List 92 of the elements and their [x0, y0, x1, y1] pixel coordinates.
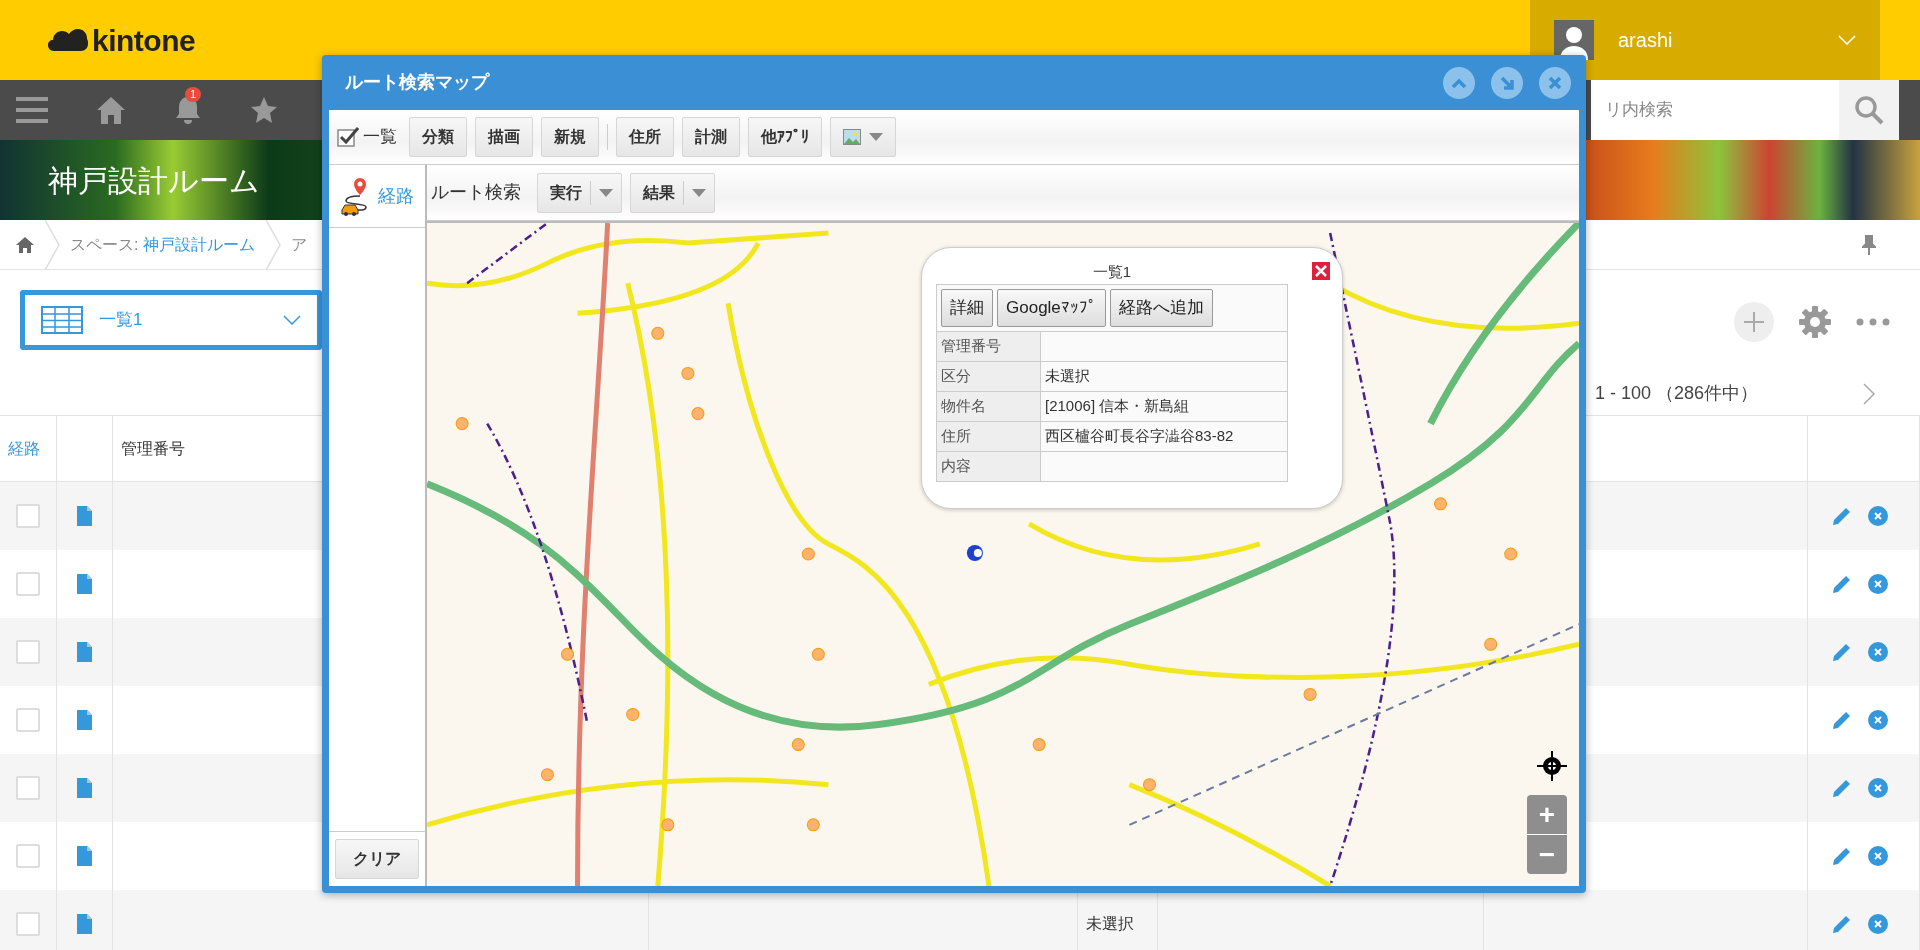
row-checkbox[interactable]	[16, 640, 40, 664]
toolbar-button[interactable]: 分類	[409, 117, 467, 157]
split-button[interactable]: 実行	[537, 172, 622, 213]
clear-button[interactable]: クリア	[335, 839, 419, 879]
split-button[interactable]: 結果	[630, 172, 715, 213]
document-icon[interactable]	[77, 574, 92, 594]
locate-icon[interactable]	[1537, 751, 1567, 781]
view-name: 一覧1	[99, 309, 144, 332]
window-title: ルート検索マップ	[345, 71, 491, 94]
caret-icon	[692, 188, 706, 197]
column-header: 管理番号	[121, 438, 185, 459]
popup-button[interactable]: Googleﾏｯﾌﾟ	[997, 289, 1106, 327]
delete-icon[interactable]	[1868, 574, 1888, 594]
toolbar-button[interactable]: 新規	[541, 117, 599, 157]
pencil-icon[interactable]	[1832, 778, 1852, 798]
resize-button[interactable]	[1491, 66, 1523, 99]
layer-dropdown[interactable]	[830, 117, 896, 157]
pencil-icon[interactable]	[1832, 846, 1852, 866]
document-icon[interactable]	[77, 914, 92, 934]
document-icon[interactable]	[77, 642, 92, 662]
add-icon[interactable]	[1734, 302, 1774, 342]
delete-icon[interactable]	[1868, 642, 1888, 662]
image-icon	[843, 129, 861, 145]
pin-icon[interactable]	[1862, 234, 1876, 255]
field-label: 区分	[936, 361, 1041, 392]
field-value: 未選択	[1040, 361, 1288, 392]
row-checkbox[interactable]	[16, 708, 40, 732]
column-header: 経路	[8, 438, 40, 459]
star-icon[interactable]	[250, 96, 278, 124]
toolbar-button[interactable]: 描画	[475, 117, 533, 157]
chevron-up-icon	[1451, 77, 1467, 88]
settings-icon[interactable]	[1798, 305, 1832, 339]
close-icon[interactable]	[1312, 262, 1330, 280]
toolbar-button[interactable]: 住所	[616, 117, 674, 157]
document-icon[interactable]	[77, 846, 92, 866]
row-checkbox[interactable]	[16, 504, 40, 528]
cloud-icon	[48, 27, 88, 53]
field-label: 物件名	[936, 391, 1041, 422]
close-button[interactable]	[1539, 66, 1571, 99]
menu-icon[interactable]	[16, 96, 48, 124]
popup-button[interactable]: 経路へ追加	[1109, 289, 1213, 327]
popup-button[interactable]: 詳細	[941, 289, 993, 327]
row-checkbox[interactable]	[16, 572, 40, 596]
space-title: 神戸設計ルーム	[48, 162, 260, 199]
more-icon[interactable]	[1856, 318, 1890, 326]
row-checkbox[interactable]	[16, 776, 40, 800]
table-cell-text: 未選択	[1086, 914, 1134, 934]
chevron-down-icon	[283, 315, 301, 325]
pencil-icon[interactable]	[1832, 574, 1852, 594]
document-icon[interactable]	[77, 710, 92, 730]
next-page-icon[interactable]	[1863, 382, 1875, 405]
search-button[interactable]	[1839, 80, 1899, 140]
field-label: 管理番号	[936, 331, 1041, 362]
pencil-icon[interactable]	[1832, 642, 1852, 662]
breadcrumb-item: スペース: 神戸設計ルーム	[70, 234, 255, 255]
row-checkbox[interactable]	[16, 844, 40, 868]
document-icon[interactable]	[77, 506, 92, 526]
row-checkbox[interactable]	[16, 912, 40, 936]
pencil-icon[interactable]	[1832, 710, 1852, 730]
delete-icon[interactable]	[1868, 914, 1888, 934]
pagination-text: 1 - 100 （286件中）	[1595, 382, 1759, 405]
field-value: [21006] 信本・新島組	[1040, 391, 1288, 422]
diagonal-arrow-icon	[1499, 74, 1515, 91]
table-icon	[41, 306, 83, 334]
delete-icon[interactable]	[1868, 506, 1888, 526]
chevron-down-icon	[1838, 35, 1856, 45]
popup-title: 一覧1	[1092, 261, 1132, 282]
route-search-label: ルート検索	[431, 181, 521, 204]
search-field[interactable]: リ内検索	[1591, 80, 1839, 140]
pencil-icon[interactable]	[1832, 914, 1852, 934]
caret-icon	[599, 188, 613, 197]
list-toggle[interactable]: 一覧	[337, 124, 397, 150]
toolbar-button[interactable]: 他ｱﾌﾟﾘ	[748, 117, 822, 157]
home-icon[interactable]	[96, 96, 126, 124]
search-icon	[1854, 95, 1884, 125]
pencil-icon[interactable]	[1832, 506, 1852, 526]
collapse-button[interactable]	[1443, 66, 1475, 99]
close-icon	[1548, 75, 1562, 90]
field-label: 内容	[936, 451, 1041, 482]
home-icon[interactable]	[16, 236, 34, 253]
field-value: 西区櫨谷町長谷字澁谷83-82	[1040, 421, 1288, 452]
logo-text: kintone	[92, 22, 196, 59]
delete-icon[interactable]	[1868, 710, 1888, 730]
document-icon[interactable]	[77, 778, 92, 798]
breadcrumb-item: ア	[290, 234, 307, 255]
notification-badge: 1	[185, 87, 202, 102]
delete-icon[interactable]	[1868, 778, 1888, 798]
toolbar-button[interactable]: 計測	[682, 117, 740, 157]
delete-icon[interactable]	[1868, 846, 1888, 866]
avatar-icon	[1554, 20, 1594, 60]
user-name: arashi	[1618, 28, 1674, 53]
field-label: 住所	[936, 421, 1041, 452]
